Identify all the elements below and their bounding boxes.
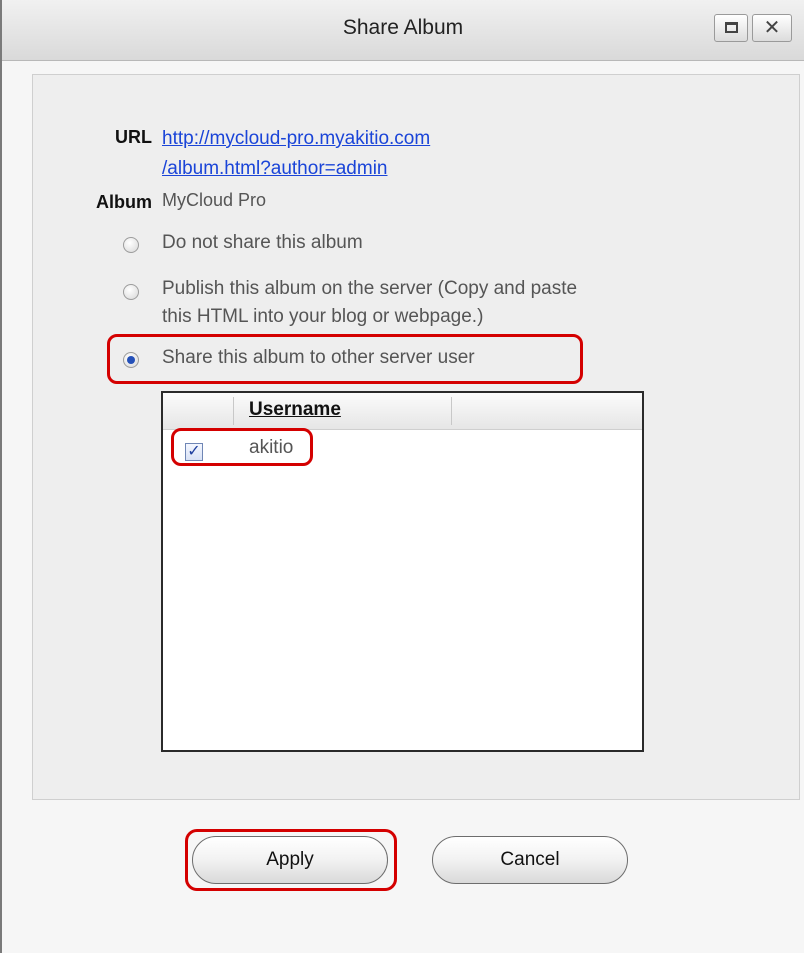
column-separator (451, 397, 452, 425)
dialog-title: Share Album (342, 16, 464, 39)
option-publish-label: Publish this album on the server (Copy a… (162, 275, 577, 331)
maximize-icon (725, 22, 738, 33)
maximize-button[interactable] (714, 14, 748, 42)
user-list-header: Username (163, 393, 642, 430)
option-do-not-share-label: Do not share this album (162, 232, 363, 253)
album-name: MyCloud Pro (162, 190, 267, 210)
title-bar: Share Album ✕ (2, 0, 804, 61)
column-header-username[interactable]: Username (249, 399, 341, 421)
album-label: Album (96, 192, 152, 212)
url-label: URL (115, 127, 152, 147)
radio-do-not-share[interactable] (123, 237, 139, 253)
album-url-line-1: http://mycloud-pro.myakitio.com (162, 128, 431, 149)
close-icon: ✕ (763, 17, 781, 39)
album-url-link[interactable]: http://mycloud-pro.myakitio.com /album.h… (162, 124, 430, 184)
share-album-dialog: Share Album ✕ URL http://mycloud-pro.mya… (0, 0, 804, 953)
album-url-line-2: /album.html?author=admin (162, 158, 388, 179)
highlight-share-option (107, 334, 583, 384)
close-button[interactable]: ✕ (752, 14, 792, 42)
highlight-user-row (171, 428, 313, 466)
option-publish-label-line-1: Publish this album on the server (Copy a… (162, 278, 578, 299)
cancel-button[interactable]: Cancel (432, 836, 628, 884)
highlight-apply-button (185, 829, 397, 891)
option-publish-label-line-2: this HTML into your blog or webpage.) (162, 306, 484, 327)
radio-publish-on-server[interactable] (123, 284, 139, 300)
column-separator (233, 397, 234, 425)
